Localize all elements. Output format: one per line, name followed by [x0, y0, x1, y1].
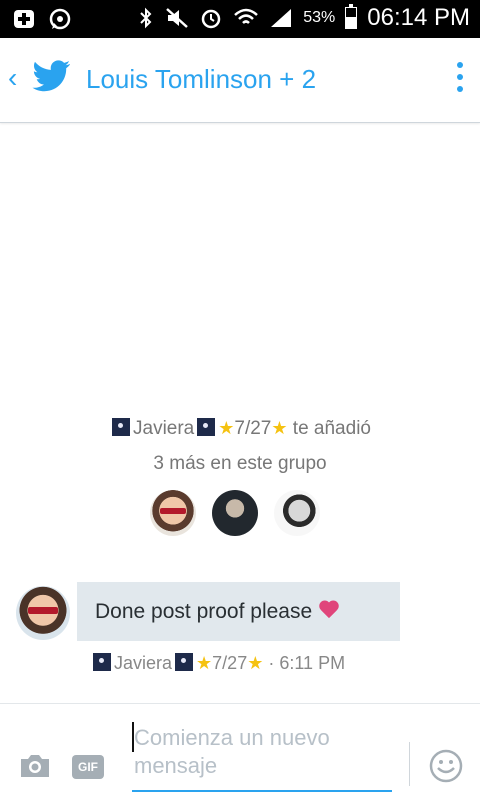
action-text: te añadió [292, 418, 371, 439]
actor-suffix: 7/27 [234, 418, 272, 439]
night-sky-emoji-icon [93, 653, 111, 671]
night-sky-emoji-icon [112, 418, 130, 436]
alarm-icon [201, 9, 221, 29]
star-icon: ★ [196, 653, 213, 673]
clock: 06:14 PM [367, 4, 470, 31]
night-sky-emoji-icon [175, 653, 194, 671]
night-sky-emoji-icon [197, 418, 216, 436]
message-composer: GIF Comienza un nuevo mensaje [0, 703, 480, 801]
group-added-notice: Javiera ★7/27★ te añadió [0, 418, 480, 440]
avatar[interactable] [16, 586, 70, 640]
whatsapp-icon [49, 8, 71, 30]
message-time: · 6:11 PM [268, 653, 346, 673]
bluetooth-icon [140, 7, 152, 29]
avatar[interactable] [274, 490, 320, 536]
message-placeholder: Comienza un nuevo mensaje [134, 725, 330, 778]
avatar[interactable] [150, 490, 196, 536]
camera-icon[interactable] [18, 752, 52, 780]
app-bar: ‹ Louis Tomlinson + 2 [0, 38, 480, 123]
more-vertical-icon[interactable] [456, 62, 464, 98]
star-icon: ★ [271, 418, 288, 438]
battery-icon [345, 4, 358, 29]
mute-icon [166, 8, 189, 28]
message-text: Done post proof please [95, 600, 313, 623]
plus-box-icon [14, 10, 34, 28]
message-meta: Javiera ★7/27★ · 6:11 PM [90, 653, 345, 674]
star-icon: ★ [247, 653, 264, 673]
gif-button[interactable]: GIF [72, 755, 104, 779]
message-input[interactable]: Comienza un nuevo mensaje [132, 720, 392, 792]
group-count-notice: 3 más en este grupo [153, 453, 327, 474]
sender-suffix: 7/27 [212, 653, 248, 673]
star-icon: ★ [218, 418, 235, 438]
signal-icon [271, 9, 292, 27]
smiley-icon[interactable] [428, 748, 464, 784]
group-member-avatars [150, 490, 320, 536]
status-bar: 53% 06:14 PM [0, 0, 480, 38]
divider [409, 742, 410, 786]
conversation-title[interactable]: Louis Tomlinson + 2 [86, 64, 316, 95]
sparkling-heart-icon [318, 601, 340, 621]
actor-name[interactable]: Javiera [133, 418, 194, 439]
sender-name: Javiera [114, 653, 173, 673]
battery-percent: 53% [303, 9, 336, 26]
message-bubble[interactable]: Done post proof please [77, 582, 400, 641]
twitter-bird-icon [32, 60, 70, 92]
avatar[interactable] [212, 490, 258, 536]
chevron-left-icon[interactable]: ‹ [8, 62, 17, 94]
wifi-icon [234, 8, 259, 24]
